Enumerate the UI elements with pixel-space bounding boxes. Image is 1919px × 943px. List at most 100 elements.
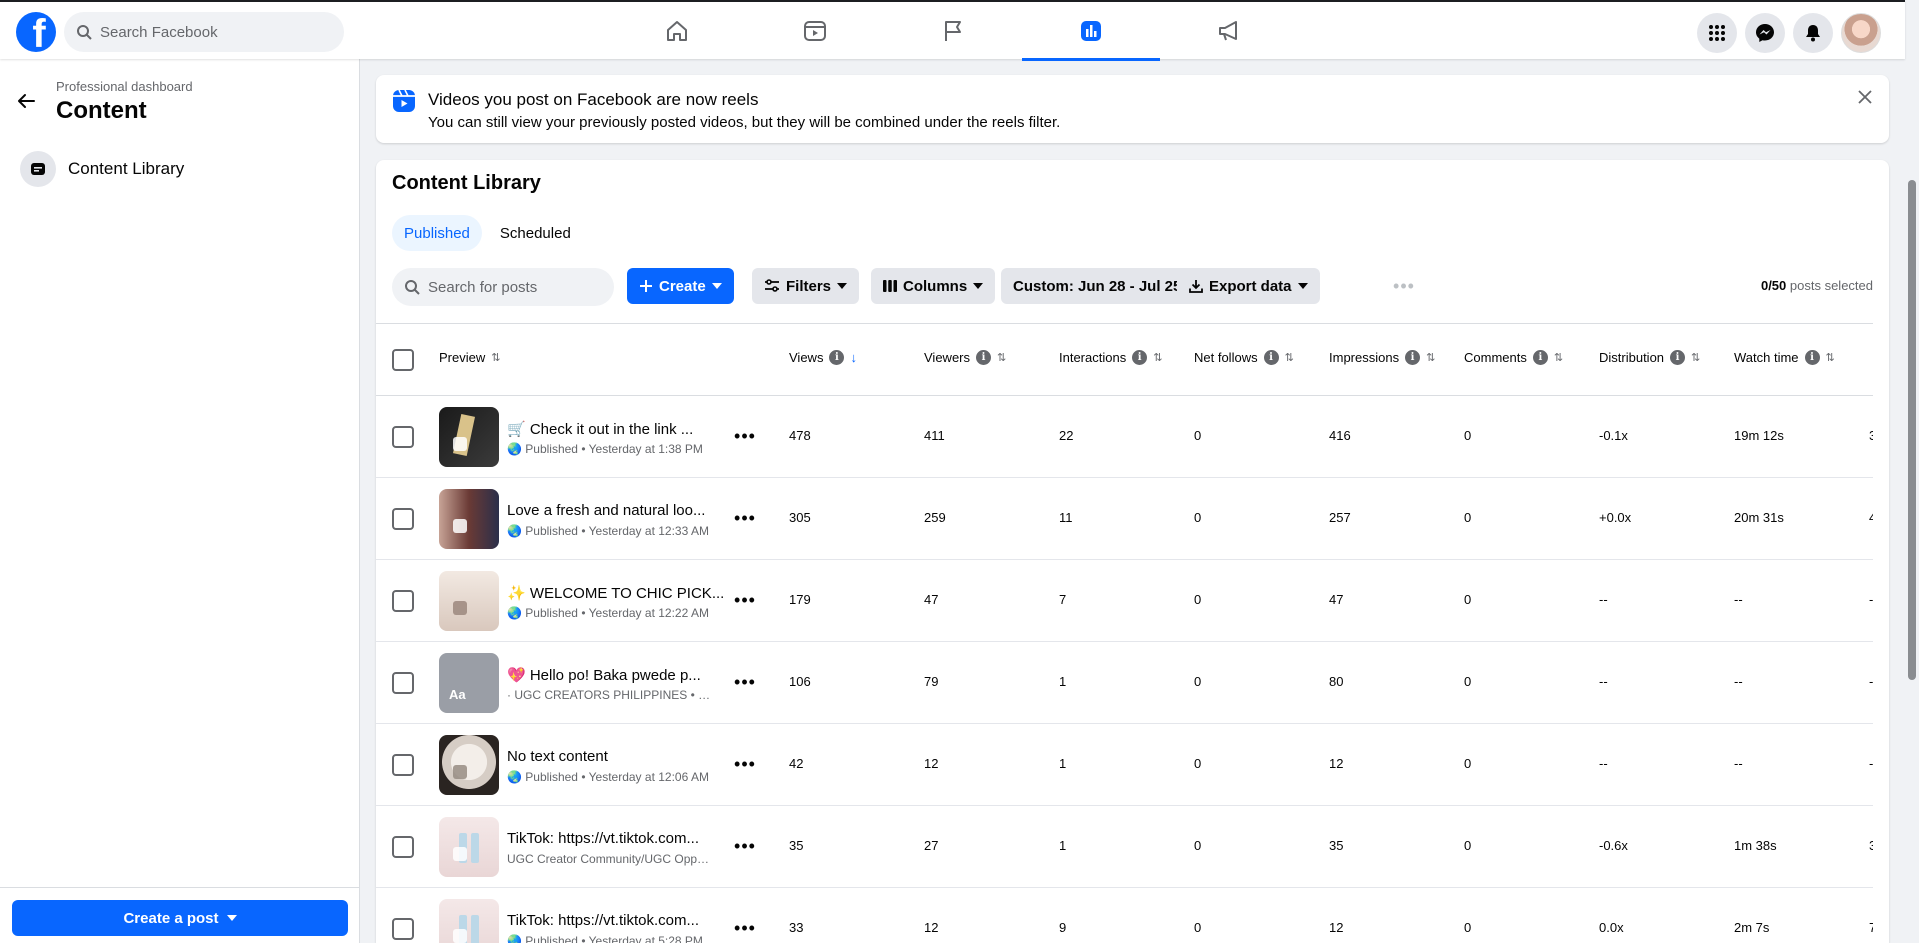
post-search[interactable]	[392, 268, 614, 306]
tab-video[interactable]	[746, 2, 884, 59]
menu-button[interactable]	[1697, 13, 1737, 53]
post-thumbnail[interactable]	[439, 407, 499, 467]
post-title[interactable]: 💖 Hello po! Baka pwede p...	[507, 666, 727, 684]
cell-comments: 0	[1464, 592, 1472, 607]
post-more-options-icon[interactable]: •••	[733, 834, 757, 858]
post-search-input[interactable]	[428, 278, 598, 296]
sidebar-item-content-library[interactable]: Content Library	[8, 144, 348, 194]
columns-button[interactable]: Columns	[871, 268, 996, 304]
header-views[interactable]: Views i ↓	[789, 350, 857, 365]
info-icon[interactable]: i	[1263, 350, 1279, 365]
info-icon[interactable]: i	[829, 350, 845, 365]
post-thumbnail[interactable]	[439, 735, 499, 795]
more-options-icon[interactable]: •••	[1392, 274, 1416, 298]
profile-avatar[interactable]	[1841, 13, 1881, 53]
table-row[interactable]: TikTok: https://vt.tiktok.com... 🌏 Publi…	[376, 888, 1873, 943]
table-row[interactable]: 🛒 Check it out in the link ... 🌏 Publish…	[376, 396, 1873, 478]
create-button[interactable]: Create	[627, 268, 734, 304]
header-watch-time[interactable]: Watch time i ⇅	[1734, 350, 1835, 365]
post-thumbnail[interactable]	[439, 899, 499, 943]
back-arrow-icon[interactable]	[14, 89, 38, 113]
grid-menu-icon	[1709, 25, 1725, 41]
table-scrollbar[interactable]	[1907, 180, 1917, 860]
header-impressions[interactable]: Impressions i ⇅	[1329, 350, 1435, 365]
sort-descending-icon: ↓	[850, 350, 857, 365]
tab-pages[interactable]	[884, 2, 1022, 59]
export-data-button[interactable]: Export data	[1177, 268, 1320, 304]
header-comments[interactable]: Comments i ⇅	[1464, 350, 1563, 365]
post-title[interactable]: 🛒 Check it out in the link ...	[507, 420, 727, 438]
row-checkbox[interactable]	[392, 508, 414, 530]
header-interactions[interactable]: Interactions i ⇅	[1059, 350, 1162, 365]
post-more-options-icon[interactable]: •••	[733, 752, 757, 776]
post-more-options-icon[interactable]: •••	[733, 424, 757, 448]
create-post-button[interactable]: Create a post	[12, 900, 348, 936]
sort-icon: ⇅	[491, 352, 501, 364]
post-title[interactable]: No text content	[507, 748, 727, 765]
facebook-search-input[interactable]	[100, 23, 320, 41]
library-toolbar: Create Filters Columns Custom: Jun 28 - …	[392, 268, 1873, 306]
header-label: Viewers	[924, 350, 971, 365]
row-checkbox[interactable]	[392, 754, 414, 776]
header-preview[interactable]: Preview ⇅	[439, 350, 500, 365]
post-more-options-icon[interactable]: •••	[733, 916, 757, 940]
post-title[interactable]: Love a fresh and natural loo...	[507, 502, 727, 519]
row-checkbox[interactable]	[392, 836, 414, 858]
scrollbar-thumb[interactable]	[1908, 180, 1916, 680]
columns-button-label: Columns	[903, 277, 968, 295]
header-distribution[interactable]: Distribution i ⇅	[1599, 350, 1700, 365]
row-checkbox[interactable]	[392, 672, 414, 694]
export-data-label: Export data	[1209, 277, 1292, 295]
table-row[interactable]: Love a fresh and natural loo... 🌏 Publis…	[376, 478, 1873, 560]
table-row[interactable]: Aa 💖 Hello po! Baka pwede p... · UGC CRE…	[376, 642, 1873, 724]
post-title[interactable]: TikTok: https://vt.tiktok.com...	[507, 912, 727, 929]
tab-scheduled[interactable]: Scheduled	[488, 215, 583, 251]
content-library-title: Content Library	[392, 172, 541, 194]
table-row[interactable]: TikTok: https://vt.tiktok.com... UGC Cre…	[376, 806, 1873, 888]
tab-home[interactable]	[608, 2, 746, 59]
cell-extra: -	[1869, 592, 1873, 607]
post-more-options-icon[interactable]: •••	[733, 506, 757, 530]
tab-ads[interactable]	[1160, 2, 1298, 59]
cell-views: 106	[789, 674, 811, 689]
info-icon[interactable]: i	[1132, 350, 1148, 365]
select-all-checkbox[interactable]	[392, 349, 414, 371]
info-icon[interactable]: i	[976, 350, 992, 365]
cell-distribution: --	[1599, 592, 1608, 607]
tab-insights[interactable]	[1022, 2, 1160, 61]
header-viewers[interactable]: Viewers i ⇅	[924, 350, 1006, 365]
post-title[interactable]: TikTok: https://vt.tiktok.com...	[507, 830, 727, 847]
post-thumbnail[interactable]	[439, 571, 499, 631]
facebook-logo[interactable]: f	[16, 12, 56, 52]
post-thumbnail[interactable]	[439, 817, 499, 877]
reel-icon	[453, 929, 467, 943]
post-title[interactable]: ✨ WELCOME TO CHIC PICK...	[507, 584, 727, 602]
info-icon[interactable]: i	[1804, 350, 1820, 365]
table-row[interactable]: No text content 🌏 Published • Yesterday …	[376, 724, 1873, 806]
row-checkbox[interactable]	[392, 426, 414, 448]
info-icon[interactable]: i	[1532, 350, 1548, 365]
filters-button[interactable]: Filters	[752, 268, 860, 304]
row-checkbox[interactable]	[392, 590, 414, 612]
reels-notice-banner: Videos you post on Facebook are now reel…	[376, 75, 1889, 143]
messenger-button[interactable]	[1745, 13, 1785, 53]
cell-impressions: 257	[1329, 510, 1351, 525]
reel-icon	[453, 519, 467, 533]
post-more-options-icon[interactable]: •••	[733, 588, 757, 612]
post-more-options-icon[interactable]: •••	[733, 670, 757, 694]
cell-viewers: 79	[924, 674, 939, 689]
row-checkbox[interactable]	[392, 918, 414, 940]
info-icon[interactable]: i	[1670, 350, 1686, 365]
tab-published[interactable]: Published	[392, 215, 482, 251]
banner-close-button[interactable]	[1853, 85, 1877, 109]
facebook-search[interactable]	[64, 12, 344, 52]
post-thumbnail[interactable]: Aa	[439, 653, 499, 713]
notifications-button[interactable]	[1793, 13, 1833, 53]
table-row[interactable]: ✨ WELCOME TO CHIC PICK... 🌏 Published • …	[376, 560, 1873, 642]
sidebar-item-label: Content Library	[68, 159, 185, 178]
header-net-follows[interactable]: Net follows i ⇅	[1194, 350, 1294, 365]
cell-interactions: 1	[1059, 674, 1067, 689]
header-label: Interactions	[1059, 350, 1127, 365]
info-icon[interactable]: i	[1405, 350, 1421, 365]
post-thumbnail[interactable]	[439, 489, 499, 549]
